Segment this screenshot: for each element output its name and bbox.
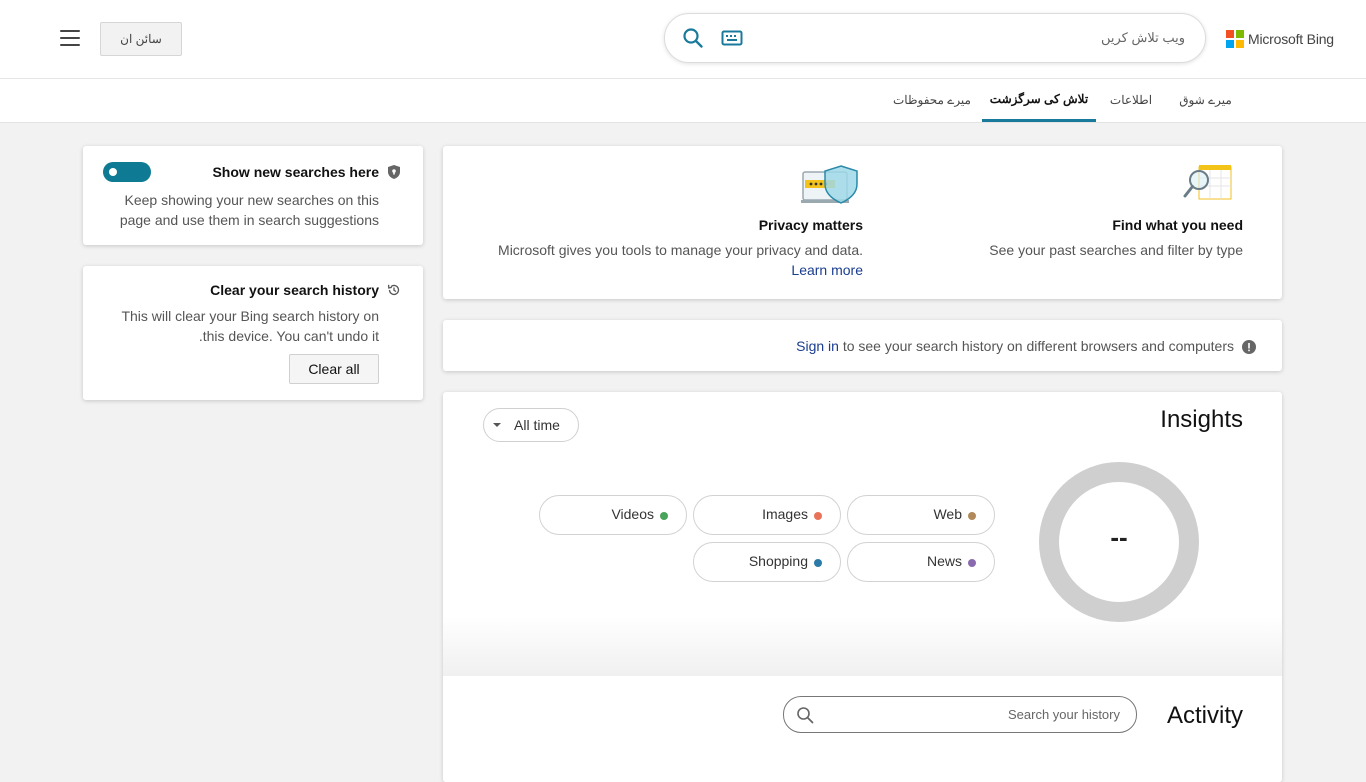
category-images[interactable]: Images (693, 495, 841, 535)
insights-title: Insights (1160, 406, 1243, 433)
insights-donut-chart: -- (1039, 462, 1199, 622)
shield-icon (387, 164, 401, 180)
time-filter-label: All time (514, 417, 560, 433)
history-search-placeholder: Search your history (1008, 707, 1120, 722)
search-box[interactable]: ویب تلاش کریں (664, 13, 1206, 63)
show-searches-text: Keep showing your new searches on this p… (119, 192, 379, 228)
search-icon[interactable] (682, 27, 704, 49)
clear-history-card: Clear your search history This will clea… (83, 266, 423, 400)
signin-notice-card: Sign in to see your search history on di… (443, 320, 1282, 371)
insights-total: -- (1110, 522, 1128, 552)
find-card-title: Find what you need (1112, 217, 1243, 233)
privacy-card-title: Privacy matters (758, 217, 863, 233)
signin-notice: Sign in to see your search history on di… (796, 336, 1234, 356)
privacy-shield-illustration-icon (801, 164, 861, 206)
clear-all-button[interactable]: Clear all (289, 354, 379, 384)
time-filter-dropdown[interactable]: All time (483, 408, 579, 442)
learn-more-link[interactable]: Learn more (791, 260, 863, 280)
find-card-text: See your past searches and filter by typ… (989, 242, 1243, 258)
keyboard-icon[interactable] (721, 30, 743, 46)
category-shopping-label: Shopping (748, 553, 808, 569)
caret-down-icon (493, 423, 501, 427)
search-history-illustration-icon (1183, 164, 1233, 204)
category-videos-label: Videos (611, 506, 654, 522)
category-videos[interactable]: Videos (539, 495, 687, 535)
signin-button[interactable]: سائن ان (100, 22, 182, 56)
web-dot (968, 512, 976, 520)
show-searches-title: Show new searches here (212, 164, 379, 180)
activity-section: Activity Search your history (443, 676, 1282, 782)
header: سائن ان ویب تلاش کریں Microsoft Bing (0, 0, 1366, 79)
tab-bar: میرے شوق اطلاعات تلاش کی سرگزشت میرے محف… (0, 79, 1366, 123)
show-searches-card: Show new searches here Keep showing your… (83, 146, 423, 245)
tab-notifications[interactable]: اطلاعات (1100, 79, 1162, 120)
signin-link[interactable]: Sign in (796, 338, 839, 354)
category-shopping[interactable]: Shopping (693, 542, 841, 582)
insights-card: Insights All time -- Web Images Videos N… (443, 392, 1282, 782)
search-icon (796, 706, 814, 724)
news-dot (968, 559, 976, 567)
menu-icon[interactable] (60, 30, 80, 46)
shopping-dot (814, 559, 822, 567)
history-icon (387, 283, 401, 297)
videos-dot (660, 512, 668, 520)
category-web-label: Web (933, 506, 962, 522)
category-news[interactable]: News (847, 542, 995, 582)
signin-notice-text: to see your search history on different … (842, 338, 1234, 354)
tab-interests[interactable]: میرے شوق (1168, 79, 1243, 120)
privacy-card-text: Microsoft gives you tools to manage your… (498, 242, 863, 258)
show-searches-toggle[interactable] (103, 162, 151, 182)
activity-title: Activity (1166, 702, 1243, 729)
history-search-input[interactable]: Search your history (783, 696, 1137, 733)
info-card: Find what you need See your past searche… (443, 146, 1282, 299)
tab-saves[interactable]: میرے محفوظات (888, 79, 976, 120)
search-input[interactable]: ویب تلاش کریں (1101, 30, 1185, 46)
microsoft-logo-icon (1226, 30, 1244, 48)
tab-search-history[interactable]: تلاش کی سرگزشت (982, 79, 1096, 122)
logo-text: Microsoft Bing (1248, 31, 1334, 47)
info-icon (1242, 340, 1256, 354)
clear-history-text: This will clear your Bing search history… (121, 308, 379, 344)
insights-fade (443, 616, 1282, 676)
bing-logo[interactable]: Microsoft Bing (1226, 28, 1334, 50)
category-images-label: Images (762, 506, 808, 522)
images-dot (814, 512, 822, 520)
clear-history-title: Clear your search history (210, 282, 379, 298)
category-news-label: News (926, 553, 962, 569)
category-web[interactable]: Web (847, 495, 995, 535)
